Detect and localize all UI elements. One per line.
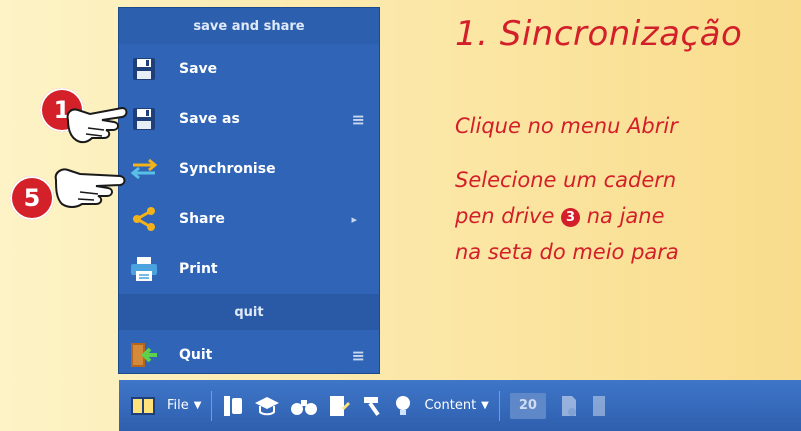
instruction-line-4: na seta do meio para — [455, 240, 679, 264]
bottom-toolbar: File ▼ Content ▼ 20 — [119, 380, 801, 431]
hamburger-icon[interactable]: ≡ — [352, 110, 365, 129]
toolbar-divider — [498, 390, 500, 421]
instruction-text: na jane — [580, 204, 665, 228]
file-label: File — [167, 398, 189, 413]
menu-item-label: Print — [179, 261, 218, 277]
menu-item-save-as[interactable]: Save as ≡ — [119, 94, 379, 144]
lightbulb-icon[interactable] — [394, 394, 412, 418]
book-pages-icon[interactable] — [222, 394, 244, 418]
pointing-hand-icon — [54, 168, 126, 208]
sync-arrows-icon — [127, 155, 161, 183]
instruction-line-1: Clique no menu Abrir — [455, 114, 678, 138]
menu-item-label: Save as — [179, 111, 240, 127]
document-icon[interactable] — [592, 394, 606, 418]
file-menu-button[interactable]: File ▼ — [167, 398, 201, 413]
menu-item-label: Quit — [179, 347, 213, 363]
section-header-quit: quit — [119, 294, 379, 330]
share-icon — [127, 205, 161, 233]
menu-item-save[interactable]: Save — [119, 44, 379, 94]
menu-item-label: Save — [179, 61, 218, 77]
toolbar-divider — [211, 390, 213, 421]
exit-door-icon — [127, 341, 161, 369]
instruction-line-2: Selecione um cadern — [455, 168, 677, 192]
instruction-line-3: pen drive 3 na jane — [455, 204, 665, 228]
menu-item-label: Share — [179, 211, 225, 227]
callout-badge-5: 5 — [10, 176, 54, 220]
step-number-badge: 3 — [561, 207, 581, 227]
binoculars-icon[interactable] — [290, 394, 318, 418]
instruction-text: pen drive — [455, 204, 562, 228]
submenu-arrow-icon: ▸ — [351, 212, 357, 226]
printer-icon — [127, 255, 161, 283]
floppy-disk-icon — [127, 55, 161, 83]
file-menu: save and share Save Save as ≡ Synchronis… — [119, 8, 379, 373]
pointing-hand-icon — [66, 106, 128, 144]
hammer-icon[interactable] — [360, 394, 384, 418]
menu-item-quit[interactable]: Quit ≡ — [119, 330, 379, 380]
menu-item-synchronise[interactable]: Synchronise — [119, 144, 379, 194]
floppy-disk-icon — [127, 105, 161, 133]
content-menu-button[interactable]: Content ▼ — [424, 398, 488, 413]
hamburger-icon[interactable]: ≡ — [352, 346, 365, 365]
page-number-field[interactable]: 20 — [509, 392, 546, 419]
menu-item-print[interactable]: Print — [119, 244, 379, 294]
graduation-cap-icon[interactable] — [254, 394, 280, 418]
new-page-icon[interactable] — [560, 394, 578, 418]
notebook-icon[interactable] — [131, 396, 155, 416]
chevron-down-icon: ▼ — [193, 400, 202, 411]
menu-item-label: Synchronise — [179, 161, 276, 177]
section-header-save-share: save and share — [119, 8, 379, 44]
menu-item-share[interactable]: Share ▸ — [119, 194, 379, 244]
document-edit-icon[interactable] — [328, 394, 351, 418]
content-label: Content — [424, 398, 477, 413]
step-heading: 1. Sincronização — [455, 14, 743, 54]
chevron-down-icon: ▼ — [481, 400, 489, 411]
